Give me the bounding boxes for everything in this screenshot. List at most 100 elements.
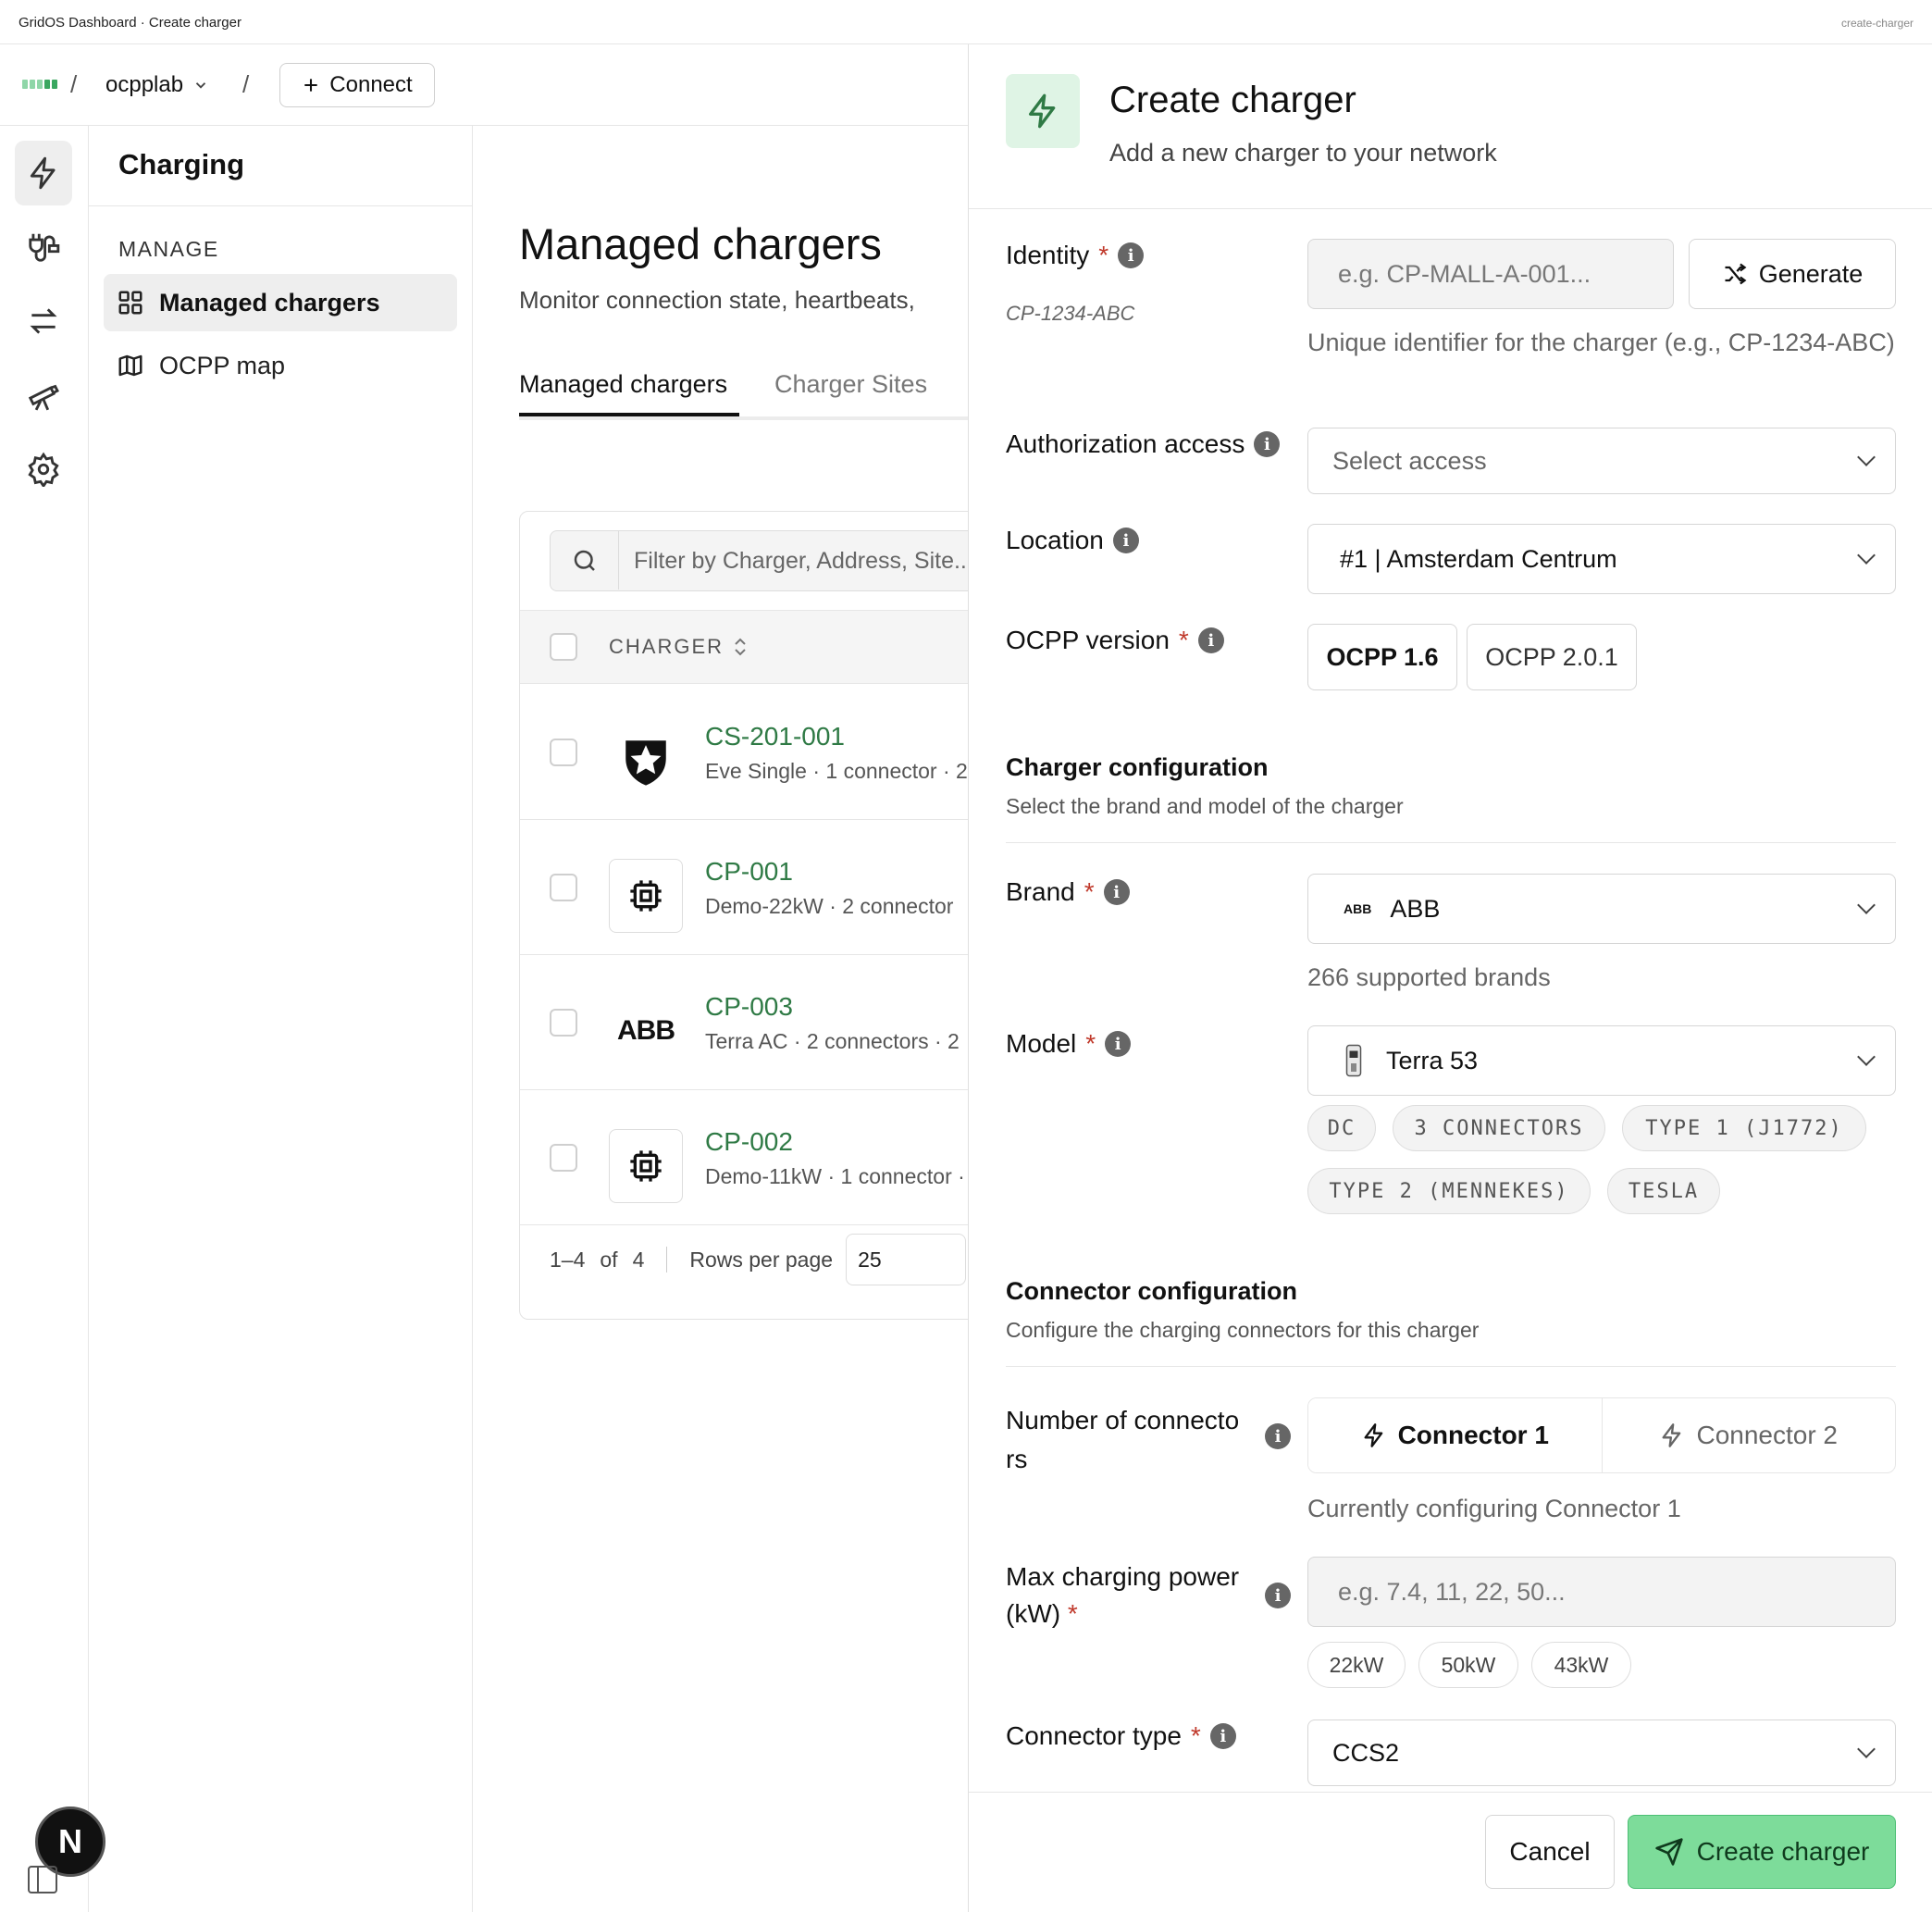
row-checkbox[interactable] <box>550 1144 577 1172</box>
icon-rail <box>0 126 89 1912</box>
sidebar-item-managed-chargers[interactable]: Managed chargers <box>104 274 457 331</box>
table-row[interactable]: CS-201-001 Eve Single · 1 connector · 2 <box>520 685 968 820</box>
connect-button[interactable]: Connect <box>279 63 435 107</box>
sort-icon <box>735 638 746 656</box>
info-icon[interactable]: i <box>1265 1423 1291 1449</box>
lightning-icon <box>1662 1423 1681 1447</box>
map-icon <box>118 354 142 377</box>
charger-meta: Eve Single · 1 connector · 2 <box>705 759 968 783</box>
tab-managed-chargers[interactable]: Managed chargers <box>519 370 727 399</box>
page-range: 1–4 <box>550 1247 586 1272</box>
authorization-placeholder: Select access <box>1332 446 1487 475</box>
side-navigation: Charging MANAGE Managed chargers OCPP ma… <box>89 126 473 1912</box>
generate-label: Generate <box>1758 259 1864 288</box>
power-preset-43kw[interactable]: 43kW <box>1531 1642 1631 1688</box>
info-icon[interactable]: i <box>1209 1723 1236 1749</box>
connector-config-subtitle: Configure the charging connectors for th… <box>1006 1318 1480 1342</box>
rail-connectors[interactable] <box>15 215 72 279</box>
info-icon[interactable]: i <box>1197 627 1224 653</box>
model-value: Terra 53 <box>1386 1046 1479 1074</box>
identity-helper: Unique identifier for the charger (e.g.,… <box>1307 329 1895 356</box>
breadcrumb-separator: / <box>242 70 250 98</box>
rail-observatory[interactable] <box>15 363 72 428</box>
window-titlebar: GridOS Dashboard · Create charger create… <box>0 0 1932 44</box>
power-preset-22kw[interactable]: 22kW <box>1307 1642 1406 1688</box>
charger-name[interactable]: CP-002 <box>705 1127 793 1157</box>
chip-icon <box>609 1129 683 1203</box>
required-marker: * <box>1098 241 1109 269</box>
brand-select[interactable]: ABB ABB <box>1307 874 1896 944</box>
search-input[interactable]: Filter by Charger, Address, Site... <box>550 530 968 591</box>
create-charger-button[interactable]: Create charger <box>1628 1815 1896 1889</box>
max-power-placeholder: e.g. 7.4, 11, 22, 50... <box>1338 1577 1566 1606</box>
brand-logo-icon[interactable] <box>22 80 57 89</box>
select-all-checkbox[interactable] <box>550 633 577 661</box>
authorization-select[interactable]: Select access <box>1307 428 1896 494</box>
row-checkbox[interactable] <box>550 874 577 901</box>
brand-value: ABB <box>1390 894 1441 923</box>
rail-transactions[interactable] <box>15 289 72 354</box>
sidebar-item-ocpp-map[interactable]: OCPP map <box>104 337 457 394</box>
workspace-name: ocpplab <box>105 72 184 97</box>
abb-logo-text: ABB <box>617 1015 675 1046</box>
row-checkbox[interactable] <box>550 1009 577 1037</box>
breadcrumb-separator: / <box>70 70 78 98</box>
ocpp-option-label: OCPP 1.6 <box>1326 642 1439 671</box>
connector-type-select[interactable]: CCS2 <box>1307 1720 1896 1786</box>
charger-meta: Terra AC · 2 connectors · 2 <box>705 1029 960 1053</box>
identity-input[interactable]: e.g. CP-MALL-A-001... <box>1307 239 1674 309</box>
location-label-text: Location <box>1006 526 1104 554</box>
info-icon[interactable]: i <box>1254 431 1281 457</box>
charger-name[interactable]: CS-201-001 <box>705 722 845 751</box>
workspace-bar: / ocpplab / Connect <box>0 44 968 126</box>
table-row[interactable]: CP-002 Demo-11kW · 1 connector · <box>520 1090 968 1225</box>
model-tag: 3 CONNECTORS <box>1393 1105 1605 1151</box>
charger-name[interactable]: CP-003 <box>705 992 793 1022</box>
chargers-table-card: Filter by Charger, Address, Site... CHAR… <box>519 511 968 1320</box>
generate-button[interactable]: Generate <box>1689 239 1896 309</box>
required-marker: * <box>1084 877 1095 906</box>
table-row[interactable]: CP-001 Demo-22kW · 2 connector <box>520 820 968 955</box>
info-icon[interactable]: i <box>1103 879 1130 905</box>
sidebar-item-label: Managed chargers <box>159 288 380 317</box>
abb-logo: ABB <box>609 994 683 1068</box>
required-marker: * <box>1178 626 1189 654</box>
column-header-charger[interactable]: CHARGER <box>609 635 748 659</box>
rows-per-page-select[interactable]: 25 <box>846 1234 967 1285</box>
create-charger-drawer: Create charger Add a new charger to your… <box>968 44 1932 1912</box>
model-select[interactable]: Terra 53 <box>1307 1025 1896 1096</box>
divider <box>666 1247 668 1273</box>
tab-connector-1[interactable]: Connector 1 <box>1308 1398 1602 1472</box>
page-total: 4 <box>632 1247 645 1272</box>
info-icon[interactable]: i <box>1118 242 1145 268</box>
power-preset-50kw[interactable]: 50kW <box>1418 1642 1518 1688</box>
create-charger-label: Create charger <box>1696 1837 1870 1866</box>
ocpp-option-2-0-1[interactable]: OCPP 2.0.1 <box>1467 624 1637 690</box>
row-checkbox[interactable] <box>550 739 577 766</box>
lightning-icon <box>1006 74 1080 148</box>
info-icon[interactable]: i <box>1105 1031 1132 1057</box>
max-power-input[interactable]: e.g. 7.4, 11, 22, 50... <box>1307 1557 1896 1627</box>
info-icon[interactable]: i <box>1265 1583 1291 1608</box>
table-header: CHARGER <box>520 610 968 684</box>
plus-icon <box>304 79 317 92</box>
info-icon[interactable]: i <box>1112 528 1139 553</box>
charger-name[interactable]: CP-001 <box>705 857 793 887</box>
num-connectors-label: Number of connecto rs <box>1006 1401 1239 1479</box>
table-row[interactable]: ABB CP-003 Terra AC · 2 connectors · 2 <box>520 955 968 1090</box>
shuffle-icon <box>1725 263 1747 285</box>
search-icon-wrap <box>551 531 619 590</box>
send-icon <box>1654 1838 1683 1866</box>
ocpp-option-1-6[interactable]: OCPP 1.6 <box>1307 624 1457 690</box>
connector-tab-label: Connector 2 <box>1696 1421 1839 1449</box>
drawer-footer: Cancel Create charger <box>969 1792 1932 1912</box>
workspace-switcher[interactable]: ocpplab <box>105 72 209 98</box>
chevron-down-icon <box>1857 1740 1876 1758</box>
tab-connector-2[interactable]: Connector 2 <box>1601 1398 1896 1472</box>
location-select[interactable]: #1 | Amsterdam Centrum <box>1307 524 1896 594</box>
rail-settings[interactable] <box>15 437 72 502</box>
rail-charging[interactable] <box>15 141 72 205</box>
cancel-button[interactable]: Cancel <box>1485 1815 1615 1889</box>
sidebar-toggle-icon[interactable] <box>28 1866 57 1893</box>
tab-charger-sites[interactable]: Charger Sites <box>774 370 927 399</box>
